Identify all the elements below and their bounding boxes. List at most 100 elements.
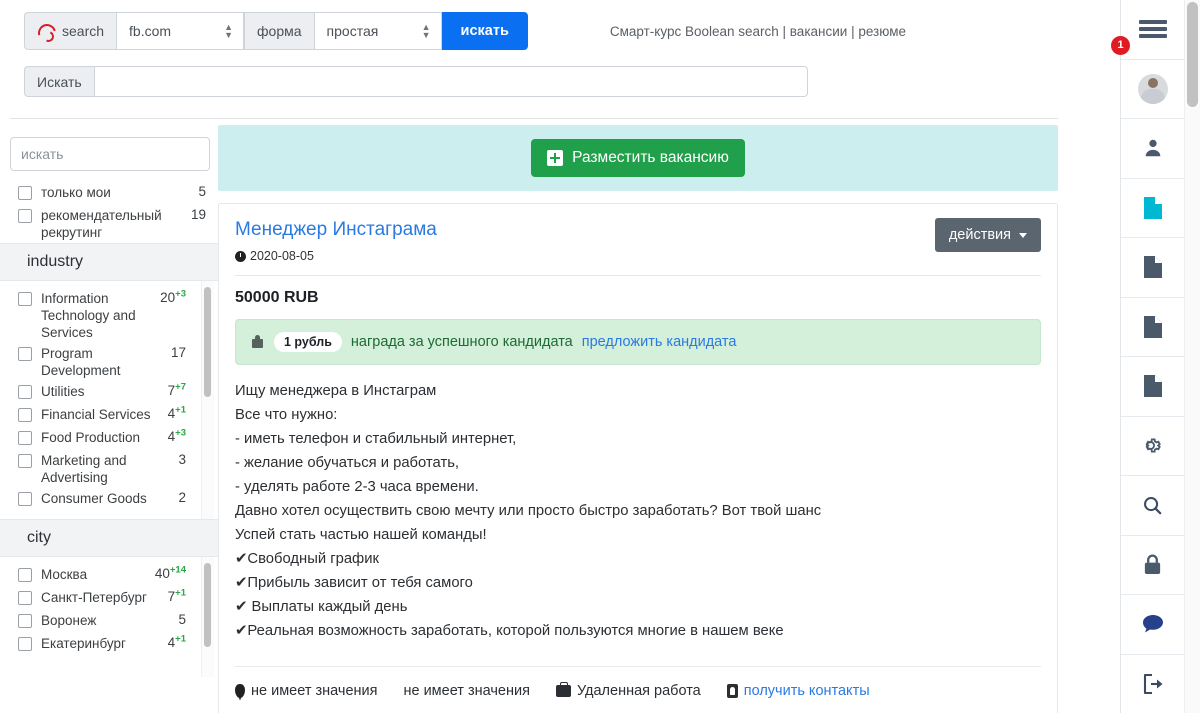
checkbox-icon[interactable] (18, 431, 32, 445)
description-line: ✔Реальная возможность заработать, которо… (235, 619, 1041, 643)
description-line: - уделять работе 2-3 часа времени. (235, 475, 1041, 499)
rail-item-menu[interactable]: 1 (1121, 0, 1184, 60)
checkbox-icon[interactable] (18, 209, 32, 223)
bounty-amount-badge: 1 рубль (274, 332, 342, 352)
brand-logo-icon (37, 23, 54, 40)
form-select-wrap[interactable]: простая ▲▼ (314, 12, 442, 50)
facet-label: Utilities (32, 383, 164, 400)
checkbox-icon[interactable] (18, 591, 32, 605)
facet-item-food-production[interactable]: Food Production 4+3 (0, 427, 218, 450)
rail-item-security[interactable] (1121, 536, 1184, 596)
divider (235, 275, 1041, 276)
smart-course-links[interactable]: Смарт-курс Boolean search | вакансии | р… (610, 24, 906, 39)
person-icon (1142, 137, 1164, 159)
rail-item-candidates[interactable] (1121, 119, 1184, 179)
industry-scrollbar-thumb[interactable] (204, 287, 211, 397)
checkbox-icon[interactable] (18, 408, 32, 422)
facet-label: Екатеринбург (32, 635, 164, 652)
refer-candidate-link[interactable]: предложить кандидата (582, 334, 737, 350)
facet-item-referral-recruiting[interactable]: рекомендательный рекрутинг 19 (0, 205, 218, 243)
description-line: - желание обучаться и работать, (235, 451, 1041, 475)
document-icon (1143, 255, 1163, 279)
facet-item-utilities[interactable]: Utilities 7+7 (0, 381, 218, 404)
gear-icon (1141, 434, 1164, 457)
top-filter-list: только мои 5 рекомендательный рекрутинг … (0, 182, 218, 243)
facet-item-moscow[interactable]: Москва 40+14 (0, 564, 218, 587)
get-contacts-link[interactable]: получить контакты (744, 683, 870, 699)
facet-count: 5 (174, 612, 186, 627)
search-icon (1141, 494, 1164, 517)
rail-item-logout[interactable] (1121, 655, 1184, 713)
page-scrollbar-track[interactable] (1184, 0, 1200, 713)
rail-item-settings[interactable] (1121, 417, 1184, 477)
checkbox-icon[interactable] (18, 454, 32, 468)
search-button[interactable]: искать (442, 12, 528, 50)
checkbox-icon[interactable] (18, 568, 32, 582)
facet-item-it-services[interactable]: Information Technology and Services 20+3 (0, 288, 218, 343)
facet-item-yekaterinburg[interactable]: Екатеринбург 4+1 (0, 633, 218, 656)
chevron-down-icon (1019, 233, 1027, 238)
facet-item-financial-services[interactable]: Financial Services 4+1 (0, 404, 218, 427)
facet-item-voronezh[interactable]: Воронеж 5 (0, 610, 218, 633)
main-content: Разместить вакансию Менеджер Инстаграма … (218, 121, 1058, 713)
facet-search-input[interactable] (10, 137, 210, 171)
actions-label: действия (949, 227, 1011, 243)
document-filled-cyan-icon (1143, 196, 1163, 220)
vacancy-salary: 50000 RUB (235, 289, 1041, 307)
site-select-wrap[interactable]: fb.com ▲▼ (116, 12, 244, 50)
rail-item-search[interactable] (1121, 476, 1184, 536)
vacancy-title-block: Менеджер Инстаграма 2020-08-05 (235, 218, 437, 263)
site-select[interactable]: fb.com (116, 12, 244, 50)
checkbox-icon[interactable] (18, 492, 32, 506)
avatar (1138, 74, 1168, 104)
actions-dropdown-button[interactable]: действия (935, 218, 1041, 252)
checkbox-icon[interactable] (18, 614, 32, 628)
checkbox-icon[interactable] (18, 347, 32, 361)
briefcase-icon (556, 685, 571, 697)
query-addon-label: Искать (24, 66, 94, 97)
rail-item-messages[interactable] (1121, 595, 1184, 655)
form-addon: форма (244, 12, 314, 50)
facet-count: 3 (174, 452, 186, 467)
lock-icon (1142, 553, 1163, 576)
facet-count: 17 (167, 345, 186, 360)
footer-work-type: Удаленная работа (556, 683, 701, 699)
clock-icon (235, 251, 246, 262)
facet-item-program-development[interactable]: Program Development 17 (0, 343, 218, 381)
page-scrollbar-thumb[interactable] (1187, 2, 1198, 107)
description-line: - иметь телефон и стабильный интернет, (235, 427, 1041, 451)
facet-label: рекомендательный рекрутинг (32, 207, 187, 241)
facet-label: Воронеж (32, 612, 174, 629)
document-icon (1143, 374, 1163, 398)
form-select[interactable]: простая (314, 12, 442, 50)
rail-item-vacancies-active[interactable] (1121, 179, 1184, 239)
facet-label: Program Development (32, 345, 167, 379)
post-vacancy-button[interactable]: Разместить вакансию (531, 139, 745, 177)
vacancy-title-link[interactable]: Менеджер Инстаграма (235, 219, 437, 240)
description-line: Успей стать частью нашей команды! (235, 523, 1041, 547)
chat-bubble-icon (1141, 613, 1165, 635)
facet-label: только мои (32, 184, 194, 201)
rail-item-profile[interactable] (1121, 60, 1184, 120)
rail-item-documents-2[interactable] (1121, 298, 1184, 358)
facet-count: 4+1 (164, 406, 186, 421)
checkbox-icon[interactable] (18, 292, 32, 306)
facet-group-title-industry: industry (0, 243, 218, 281)
facet-item-only-mine[interactable]: только мои 5 (0, 182, 218, 205)
query-input[interactable] (94, 66, 808, 97)
facet-item-marketing-advertising[interactable]: Marketing and Advertising 3 (0, 450, 218, 488)
vacancy-date: 2020-08-05 (235, 249, 437, 263)
footer-contacts[interactable]: получить контакты (727, 683, 870, 699)
contact-card-icon (727, 684, 738, 698)
checkbox-icon[interactable] (18, 186, 32, 200)
rail-item-documents-1[interactable] (1121, 238, 1184, 298)
facet-group-title-city: city (0, 519, 218, 557)
checkbox-icon[interactable] (18, 385, 32, 399)
facet-item-saint-petersburg[interactable]: Санкт-Петербург 7+1 (0, 587, 218, 610)
facet-item-consumer-goods[interactable]: Consumer Goods 2 (0, 488, 218, 511)
facet-count: 5 (194, 184, 206, 199)
rail-item-documents-3[interactable] (1121, 357, 1184, 417)
city-scrollbar-thumb[interactable] (204, 563, 211, 647)
facet-count: 7+1 (164, 589, 186, 604)
checkbox-icon[interactable] (18, 637, 32, 651)
